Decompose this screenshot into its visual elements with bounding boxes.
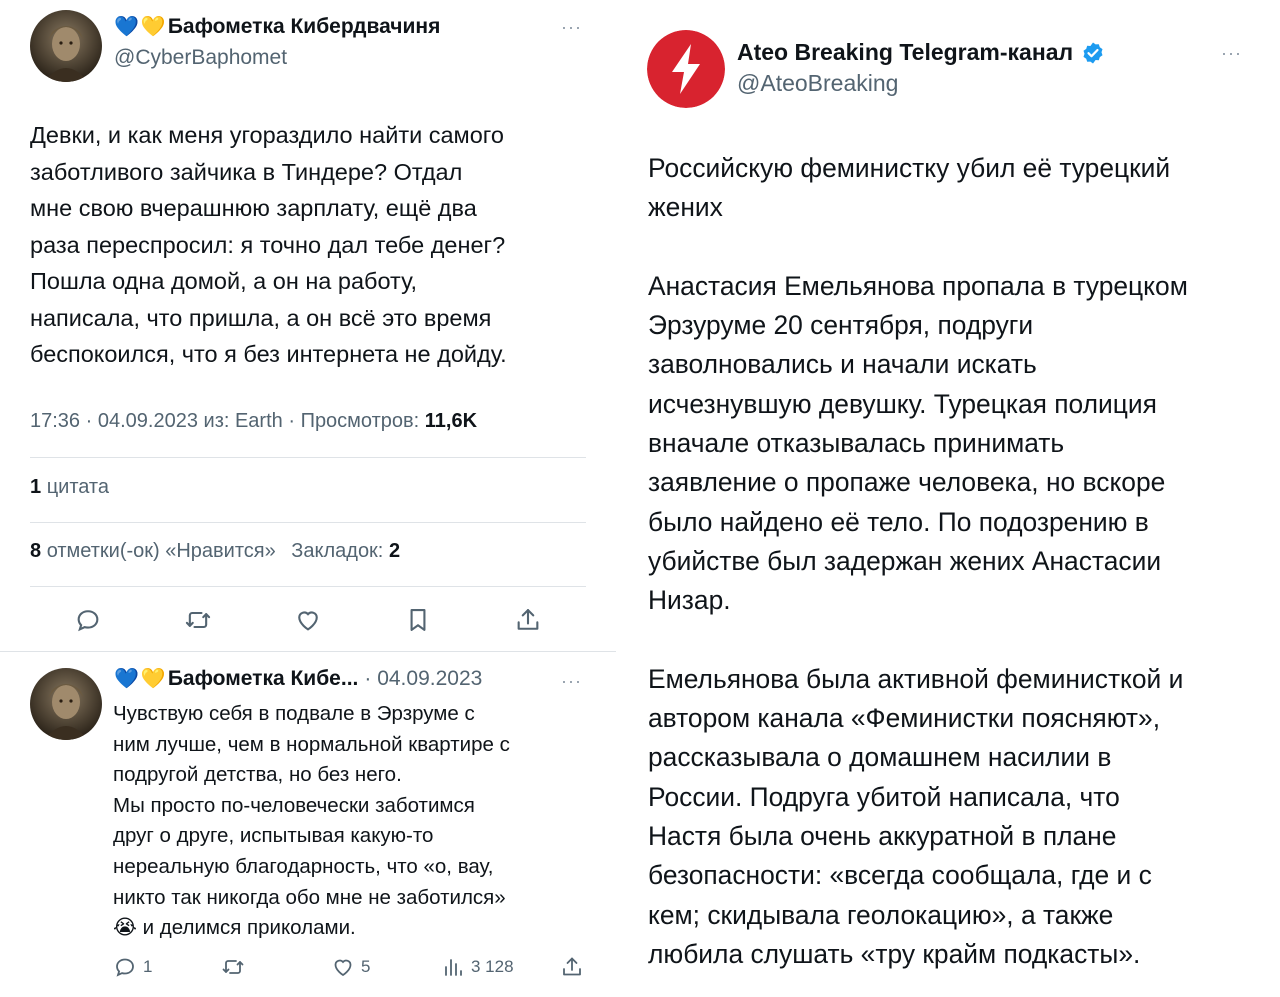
author-name-text: Бафометка Кибердвачиня bbox=[167, 15, 441, 38]
reply-retweet-button[interactable] bbox=[221, 952, 251, 982]
tweet-meta: 17:36 · 04.09.2023 из: Earth · Просмотро… bbox=[30, 410, 478, 432]
bookmarks-count: 2 bbox=[388, 540, 401, 562]
reply-header: 💙 💛 Бафометка Кибе... · 04.09.2023 bbox=[114, 667, 482, 691]
reply-reply-button[interactable]: 1 bbox=[113, 952, 152, 982]
retweet-icon bbox=[222, 960, 244, 974]
author-avatar[interactable] bbox=[30, 10, 102, 82]
reply-text: Чувствую себя в подвале в Эрзруме с ним … bbox=[113, 702, 510, 940]
reply-like-button[interactable]: 5 bbox=[331, 952, 370, 982]
author-handle[interactable]: @CyberBaphomet bbox=[114, 46, 287, 70]
verified-badge-icon bbox=[1083, 42, 1103, 63]
views-count: 11,6K bbox=[424, 410, 478, 432]
like-button[interactable] bbox=[288, 600, 328, 640]
news-text: Российскую феминистку убил её турецкий ж… bbox=[648, 149, 1268, 997]
blue-heart-icon: 💙 bbox=[114, 16, 139, 38]
avatar-portrait-icon bbox=[30, 10, 102, 82]
news-paragraph: Российскую феминистку убил её турецкий ж… bbox=[648, 153, 1171, 223]
divider bbox=[30, 586, 586, 587]
reply-icon bbox=[77, 610, 99, 632]
reply-views-button[interactable]: 3 128 bbox=[441, 952, 514, 982]
views-label: Просмотров: bbox=[300, 410, 420, 432]
reply-date[interactable]: · 04.09.2023 bbox=[364, 667, 482, 691]
quotes-label: цитата bbox=[46, 476, 109, 498]
blue-heart-icon: 💙 bbox=[114, 668, 139, 690]
likes-stat[interactable]: 8 отметки(-ок) «Нравится» bbox=[30, 540, 281, 562]
retweet-icon bbox=[185, 611, 211, 629]
tweet-source: из: Earth bbox=[203, 410, 283, 432]
left-tweet-panel: 💙 💛 Бафометка Кибердвачиня @CyberBaphome… bbox=[0, 0, 616, 997]
reply-icon bbox=[116, 958, 134, 977]
yellow-heart-icon: 💛 bbox=[140, 16, 166, 38]
divider bbox=[30, 522, 586, 523]
yellow-heart-icon: 💛 bbox=[140, 668, 166, 690]
like-count: 5 bbox=[361, 957, 371, 976]
quotes-count: 1 bbox=[30, 476, 42, 498]
engagement-stats: 8 отметки(-ок) «Нравится» Закладок: 2 bbox=[30, 540, 400, 563]
tweet-separator bbox=[0, 651, 616, 652]
channel-avatar[interactable] bbox=[647, 30, 725, 108]
channel-name[interactable]: Ateo Breaking Telegram-канал bbox=[737, 39, 1105, 66]
more-dots-icon[interactable]: ··· bbox=[561, 672, 582, 690]
like-icon bbox=[298, 611, 318, 631]
bookmarks-stat[interactable]: Закладок: 2 bbox=[291, 540, 400, 562]
more-dots-icon[interactable]: ··· bbox=[1221, 44, 1242, 62]
quotes-stat[interactable]: 1 цитата bbox=[30, 476, 109, 499]
tweet-actions bbox=[30, 600, 586, 640]
views-count: 3 128 bbox=[471, 957, 514, 976]
bookmark-icon bbox=[410, 609, 426, 631]
divider bbox=[30, 457, 586, 458]
lightning-logo-icon bbox=[647, 30, 725, 108]
reply-share-button[interactable] bbox=[560, 952, 584, 982]
channel-name-text: Ateo Breaking Telegram-канал bbox=[737, 39, 1074, 65]
avatar-portrait-icon bbox=[30, 668, 102, 740]
reply-button[interactable] bbox=[68, 600, 108, 640]
more-dots-icon[interactable]: ··· bbox=[561, 18, 582, 36]
channel-handle[interactable]: @AteoBreaking bbox=[737, 70, 898, 97]
reply-author-name[interactable]: Бафометка Кибе... bbox=[168, 667, 359, 691]
right-tweet-panel: Ateo Breaking Telegram-канал @AteoBreaki… bbox=[627, 0, 1280, 997]
author-name[interactable]: 💙 💛 Бафометка Кибердвачиня bbox=[114, 15, 440, 39]
views-icon bbox=[445, 959, 462, 976]
tweet-date[interactable]: 04.09.2023 bbox=[98, 410, 198, 432]
like-icon bbox=[334, 959, 352, 977]
share-icon bbox=[517, 609, 539, 630]
likes-label: отметки(-ок) «Нравится» bbox=[46, 540, 276, 562]
bookmark-button[interactable] bbox=[398, 600, 438, 640]
reply-count: 1 bbox=[143, 957, 153, 976]
reply-author-avatar[interactable] bbox=[30, 668, 102, 740]
share-button[interactable] bbox=[508, 600, 548, 640]
reply-actions: 1 5 3 128 bbox=[113, 952, 593, 982]
news-paragraph: Анастасия Емельянова пропала в турецком … bbox=[648, 270, 1188, 616]
retweet-button[interactable] bbox=[178, 600, 218, 640]
bookmarks-label: Закладок: bbox=[291, 540, 384, 562]
tweet-time[interactable]: 17:36 bbox=[30, 410, 80, 432]
panel-divider bbox=[616, 0, 627, 997]
news-paragraph: Емельянова была активной феминисткой и а… bbox=[648, 663, 1184, 969]
share-icon bbox=[563, 957, 581, 976]
tweet-text: Девки, и как меня угораздило найти самог… bbox=[30, 122, 507, 367]
likes-count: 8 bbox=[30, 540, 42, 562]
